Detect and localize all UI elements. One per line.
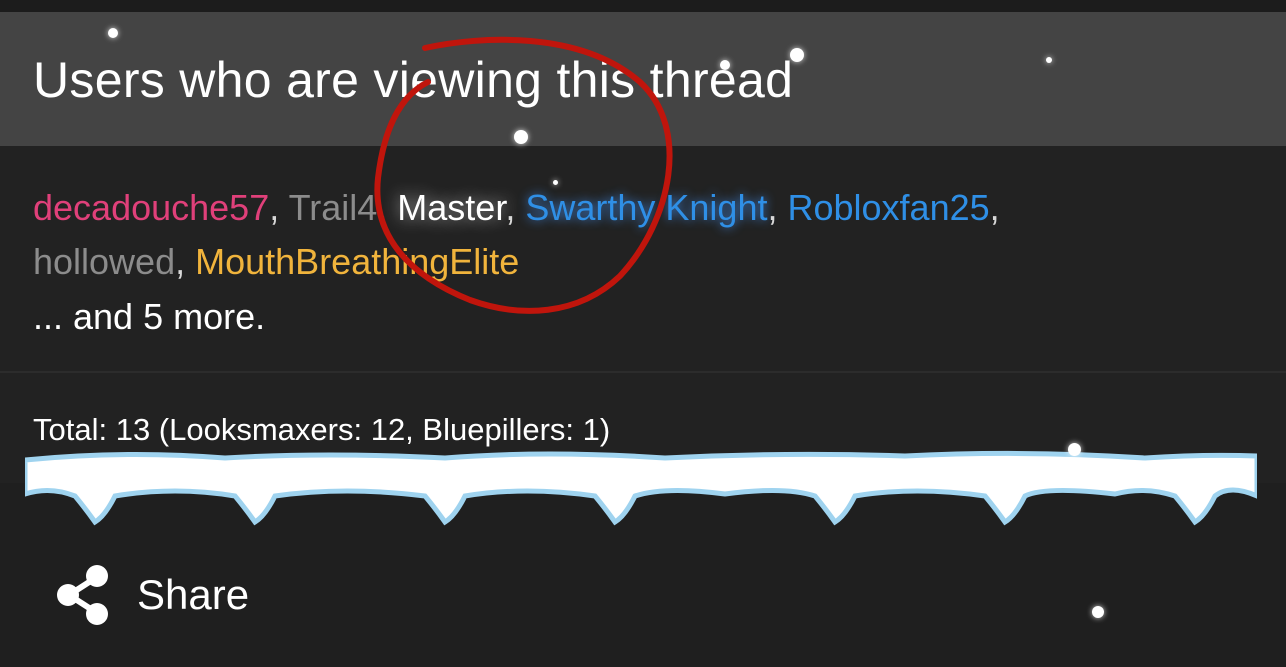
user-link-robloxfan25[interactable]: Robloxfan25 (787, 187, 989, 228)
user-link-swarthy-knight[interactable]: Swarthy Knight (525, 187, 767, 228)
viewers-line-3: ... and 5 more. (33, 295, 265, 339)
viewers-line-1: decadouche57, Trail4, Master, Swarthy Kn… (33, 186, 1000, 230)
user-link-hollowed[interactable]: hollowed (33, 241, 175, 282)
snowflake (553, 180, 558, 185)
viewers-line-2: hollowed, MouthBreathingElite (33, 240, 519, 284)
snowflake (1068, 443, 1081, 456)
separator: , (989, 187, 1000, 228)
snowflake (790, 48, 804, 62)
snowflake (1092, 606, 1104, 618)
thread-viewers-header: Users who are viewing this thread (0, 12, 1286, 146)
user-link-master[interactable]: Master (397, 187, 505, 228)
snowflake (720, 60, 730, 70)
separator: , (175, 241, 196, 282)
share-icon (57, 565, 108, 625)
more-viewers-text: ... and 5 more. (33, 296, 266, 337)
viewer-totals: Total: 13 (Looksmaxers: 12, Bluepillers:… (33, 412, 611, 447)
snowflake (108, 28, 118, 38)
top-bar (0, 0, 1286, 12)
user-link-mouthbreathingelite[interactable]: MouthBreathingElite (195, 241, 519, 282)
section-title: Users who are viewing this thread (33, 52, 794, 108)
snowflake (1046, 57, 1052, 63)
separator: , (767, 187, 788, 228)
snowflake (514, 130, 528, 144)
user-link-trail4[interactable]: Trail4 (289, 187, 378, 228)
viewers-list: decadouche57, Trail4, Master, Swarthy Kn… (0, 146, 1286, 372)
separator: , (269, 187, 289, 228)
icicle-decoration (25, 450, 1257, 526)
user-link-decadouche57[interactable]: decadouche57 (33, 187, 269, 228)
share-button[interactable]: Share (55, 560, 249, 630)
share-label: Share (137, 571, 250, 618)
separator: , (377, 187, 398, 228)
separator: , (505, 187, 526, 228)
